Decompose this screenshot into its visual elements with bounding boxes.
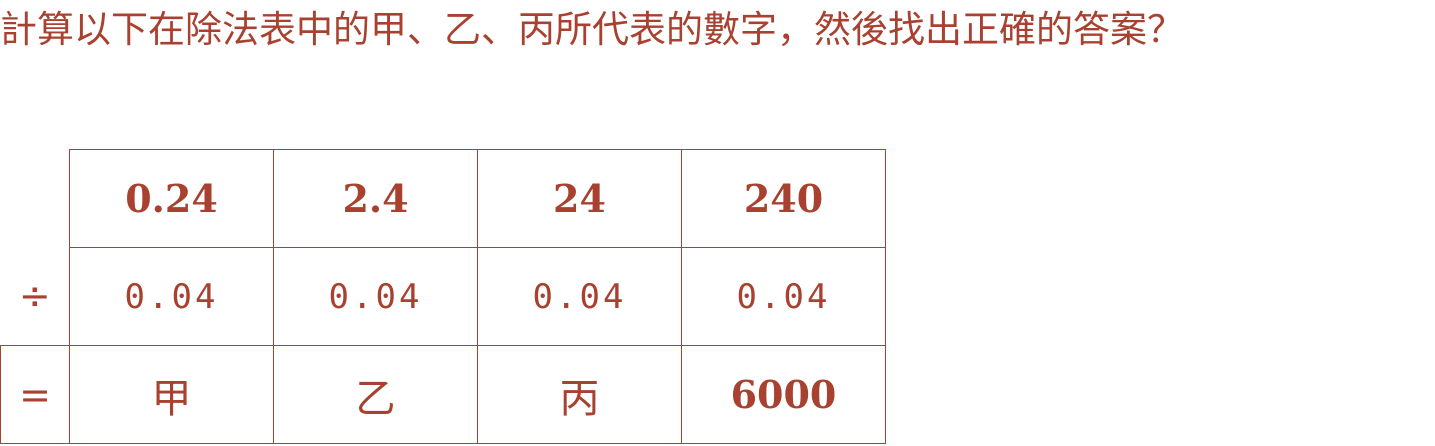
- dividend-cell: 24: [477, 149, 682, 248]
- result-cell-bing: 丙: [477, 345, 682, 444]
- dividend-row: 0.24 2.4 24 240: [1, 149, 886, 248]
- question-text: 計算以下在除法表中的甲、乙、丙所代表的數字，然後找出正確的答案？: [0, 8, 1184, 51]
- equals-symbol: =: [0, 345, 70, 444]
- result-cell-number: 6000: [681, 345, 886, 444]
- divisor-row: ÷ 0.04 0.04 0.04 0.04: [1, 247, 886, 346]
- result-row: = 甲 乙 丙 6000: [0, 345, 886, 444]
- division-table: 0.24 2.4 24 240 ÷ 0.04 0.04 0.04 0.04 = …: [0, 149, 886, 444]
- dividend-cell: 0.24: [69, 149, 274, 248]
- empty-corner-cell: [1, 150, 70, 248]
- result-cell-jia: 甲: [69, 345, 274, 444]
- divisor-cell: 0.04: [69, 247, 274, 346]
- divisor-cell: 0.04: [477, 247, 682, 346]
- dividend-cell: 240: [681, 149, 886, 248]
- dividend-cell: 2.4: [273, 149, 478, 248]
- result-cell-yi: 乙: [273, 345, 478, 444]
- divisor-cell: 0.04: [273, 247, 478, 346]
- divisor-cell: 0.04: [681, 247, 886, 346]
- divide-symbol: ÷: [18, 274, 51, 319]
